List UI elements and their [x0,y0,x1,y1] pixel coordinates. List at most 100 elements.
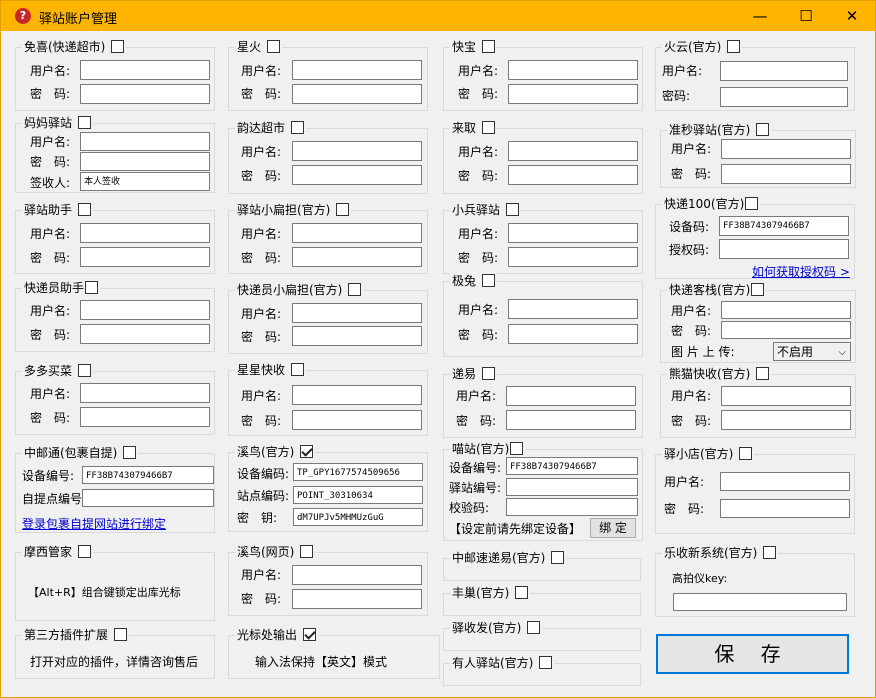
enable-checkbox[interactable] [482,121,496,134]
enable-checkbox[interactable] [78,203,92,216]
username-input[interactable] [721,301,851,319]
password-input[interactable] [292,589,422,609]
enable-checkbox[interactable] [85,281,99,294]
username-input[interactable] [508,299,638,319]
device-code-input[interactable]: TP_GPY1677574509656 [293,463,423,481]
group-mianxi: 免喜(快递超市) 用户名: 密 码: [15,39,215,111]
enable-checkbox[interactable] [482,367,496,380]
pickup-bind-link[interactable]: 登录包裹自提网站进行绑定 [22,515,166,532]
verify-code-input[interactable] [506,498,638,516]
password-input[interactable] [80,407,210,427]
username-input[interactable] [508,141,638,161]
key-input[interactable]: dM7UPJv5MHMUzGuG [293,508,423,526]
enable-checkbox[interactable] [745,197,759,210]
username-input[interactable] [292,385,422,405]
enable-checkbox[interactable] [539,656,553,669]
pickup-code-input[interactable] [82,489,214,507]
password-input[interactable] [508,324,638,344]
password-input[interactable] [508,165,638,185]
device-code-input[interactable]: FF38B743079466B7 [719,216,849,236]
enable-checkbox[interactable] [506,203,520,216]
enable-checkbox[interactable] [727,40,741,53]
enable-checkbox[interactable] [551,551,565,564]
password-label: 密 码: [664,502,705,516]
enable-checkbox[interactable] [78,545,92,558]
password-input[interactable] [508,84,638,104]
password-input[interactable] [292,410,422,430]
station-code-input[interactable]: POINT_30310634 [293,486,423,504]
username-input[interactable] [292,141,422,161]
enable-checkbox[interactable] [111,40,125,53]
enable-checkbox[interactable] [510,442,524,455]
enable-checkbox[interactable] [300,545,314,558]
password-input[interactable] [721,410,851,430]
username-input[interactable] [80,132,210,151]
enable-checkbox[interactable] [291,121,305,134]
maximize-button[interactable]: ☐ [783,1,829,31]
auth-help-link[interactable]: 如何获取授权码 > [752,263,850,280]
enable-checkbox[interactable] [336,203,350,216]
device-code-input[interactable]: FF38B743079466B7 [506,457,638,475]
enable-checkbox[interactable] [267,40,281,53]
enable-checkbox[interactable] [515,586,529,599]
password-label: 密 码: [241,414,282,428]
username-input[interactable] [80,60,210,80]
username-input[interactable] [292,60,422,80]
password-input[interactable] [720,87,848,107]
username-input[interactable] [292,565,422,585]
enable-checkbox[interactable] [739,447,753,460]
receiver-input[interactable]: 本人签收 [80,172,210,191]
enable-checkbox[interactable] [291,363,305,376]
group-title: 快宝 [452,40,477,54]
close-button[interactable]: ✕ [829,1,875,31]
username-input[interactable] [292,223,422,243]
password-input[interactable] [292,326,422,346]
password-input[interactable] [80,84,210,104]
enable-checkbox[interactable] [756,123,770,136]
password-input[interactable] [292,247,422,267]
password-input[interactable] [80,324,210,344]
username-input[interactable] [80,383,210,403]
enable-checkbox[interactable] [751,283,765,296]
username-input[interactable] [508,60,638,80]
enable-checkbox[interactable] [482,274,496,287]
enable-checkbox[interactable] [756,367,770,380]
username-input[interactable] [506,386,636,406]
password-input[interactable] [292,165,422,185]
username-input[interactable] [80,300,210,320]
enable-checkbox[interactable] [300,445,314,458]
enable-checkbox[interactable] [527,621,541,634]
station-code-input[interactable] [506,478,638,496]
username-input[interactable] [720,472,850,491]
password-input[interactable] [292,84,422,104]
username-input[interactable] [508,223,638,243]
minimize-button[interactable]: — [737,1,783,31]
password-input[interactable] [80,247,210,267]
enable-checkbox[interactable] [114,628,128,641]
username-input[interactable] [80,223,210,243]
password-input[interactable] [506,410,636,430]
password-input[interactable] [721,321,851,339]
bind-button[interactable]: 绑 定 [590,518,636,538]
enable-checkbox[interactable] [303,628,317,641]
password-input[interactable] [80,152,210,171]
password-input[interactable] [721,164,851,184]
username-input[interactable] [720,61,848,81]
password-input[interactable] [720,499,850,518]
enable-checkbox[interactable] [763,546,777,559]
username-input[interactable] [721,386,851,406]
password-input[interactable] [508,247,638,267]
enable-checkbox[interactable] [78,364,92,377]
enable-checkbox[interactable] [78,116,92,129]
enable-checkbox[interactable] [123,446,137,459]
enable-checkbox[interactable] [482,40,496,53]
username-label: 用户名: [458,64,499,78]
pic-upload-select[interactable]: 不启用 ⌵ [773,342,851,361]
enable-checkbox[interactable] [348,283,362,296]
username-input[interactable] [721,139,851,159]
username-input[interactable] [292,303,422,323]
device-code-input[interactable]: FF38B743079466B7 [82,466,214,484]
auth-code-input[interactable] [719,239,849,259]
scanner-key-input[interactable] [673,593,847,611]
save-button[interactable]: 保 存 [656,634,849,674]
